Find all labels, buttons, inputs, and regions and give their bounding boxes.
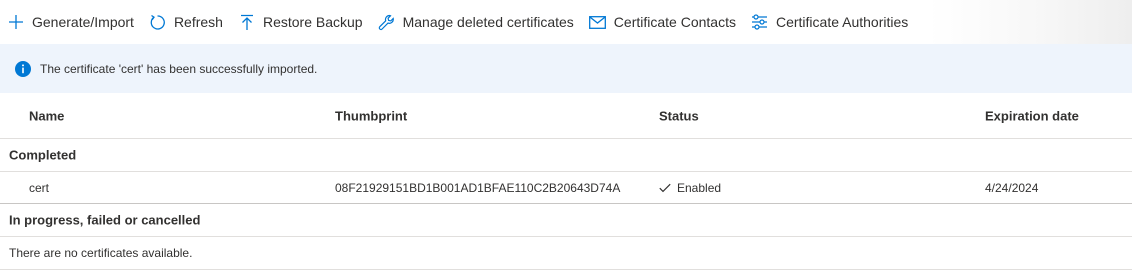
table-header: Name Thumbprint Status Expiration date <box>0 93 1132 139</box>
cell-status: Enabled <box>659 181 721 195</box>
envelope-icon <box>589 13 607 31</box>
restore-backup-button[interactable]: Restore Backup <box>238 6 371 38</box>
certificate-authorities-button[interactable]: Certificate Authorities <box>751 6 916 38</box>
cell-thumbprint: 08F21929151BD1B001AD1BFAE110C2B20643D74A <box>335 180 621 195</box>
status-label: Enabled <box>677 180 722 195</box>
column-header-name[interactable]: Name <box>29 108 64 123</box>
table-row[interactable]: cert 08F21929151BD1B001AD1BFAE110C2B2064… <box>0 172 1132 204</box>
manage-deleted-certificates-button[interactable]: Manage deleted certificates <box>378 6 582 38</box>
info-icon <box>15 60 31 77</box>
certificate-authorities-label: Certificate Authorities <box>775 14 909 30</box>
certificates-table: Name Thumbprint Status Expiration date C… <box>0 93 1132 270</box>
restore-backup-label: Restore Backup <box>262 14 363 30</box>
refresh-button[interactable]: Refresh <box>149 6 231 38</box>
checkmark-icon <box>659 183 671 192</box>
certificate-contacts-button[interactable]: Certificate Contacts <box>589 6 744 38</box>
empty-state-row: There are no certificates available. <box>0 237 1132 270</box>
column-header-status[interactable]: Status <box>659 108 699 123</box>
cell-name[interactable]: cert <box>29 181 49 195</box>
refresh-label: Refresh <box>173 14 223 30</box>
banner-message: The certificate 'cert' has been successf… <box>40 61 318 76</box>
command-bar: Generate/Import Refresh Restore Backup M… <box>0 0 1132 44</box>
group-header-in-progress: In progress, failed or cancelled <box>0 204 1132 237</box>
upload-arrow-icon <box>238 13 256 31</box>
certificate-contacts-label: Certificate Contacts <box>613 14 736 30</box>
success-notification-banner: The certificate 'cert' has been successf… <box>0 44 1132 93</box>
column-header-expiration-date[interactable]: Expiration date <box>985 108 1079 123</box>
wrench-icon <box>378 13 396 31</box>
column-header-thumbprint[interactable]: Thumbprint <box>335 108 407 123</box>
cell-expiration-date: 4/24/2024 <box>985 180 1039 195</box>
plus-icon <box>7 13 25 31</box>
group-label: In progress, failed or cancelled <box>9 212 201 228</box>
manage-deleted-certificates-label: Manage deleted certificates <box>402 14 574 30</box>
group-label: Completed <box>9 147 77 163</box>
generate-import-button[interactable]: Generate/Import <box>7 6 142 38</box>
group-header-completed: Completed <box>0 139 1132 172</box>
empty-state-text: There are no certificates available. <box>9 246 193 260</box>
generate-import-label: Generate/Import <box>32 14 134 30</box>
sliders-icon <box>751 13 769 31</box>
refresh-icon <box>149 13 167 31</box>
